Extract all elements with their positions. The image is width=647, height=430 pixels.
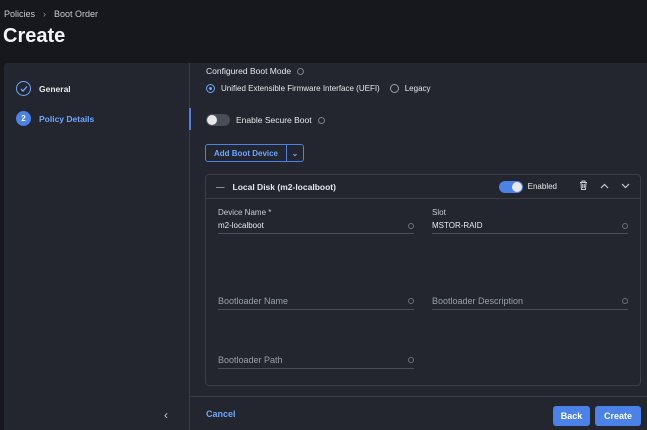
trash-icon[interactable] [579,180,588,193]
back-button[interactable]: Back [553,406,590,426]
boot-device-card: — Local Disk (m2-localboot) Enabled Devi… [205,174,641,386]
device-enabled-toggle[interactable] [498,180,523,193]
bootloader-description-placeholder: Bootloader Description [432,296,524,306]
step-number-badge: 2 [16,111,31,126]
radio-selected-icon [206,84,215,93]
wizard-footer: Cancel Back Create [191,396,647,430]
device-name-label: Device Name * [218,208,272,217]
device-enabled-row: Enabled [498,180,557,193]
create-button[interactable]: Create [595,406,641,426]
boot-device-card-header: — Local Disk (m2-localboot) Enabled [206,175,640,199]
add-boot-device-button[interactable]: Add Boot Device ⌄ [205,144,305,162]
device-name-input[interactable]: m2-localboot [218,221,414,234]
boot-mode-heading: Configured Boot Mode [206,66,305,76]
policy-details-form: Configured Boot Mode Unified Extensible … [191,63,647,430]
step-policy-details[interactable]: 2 Policy Details [16,111,94,126]
bootloader-name-input[interactable]: Bootloader Name [218,296,414,310]
device-name-field: Device Name * m2-localboot [218,208,414,234]
radio-uefi[interactable]: Unified Extensible Firmware Interface (U… [206,84,380,93]
secure-boot-row: Enable Secure Boot [206,114,325,126]
radio-uefi-label: Unified Extensible Firmware Interface (U… [221,84,380,93]
info-icon[interactable] [297,67,305,75]
breadcrumb-boot-order[interactable]: Boot Order [54,9,98,19]
step-policy-details-label: Policy Details [39,113,95,124]
chevron-down-icon[interactable]: ⌄ [287,149,303,158]
slot-field: Slot MSTOR-RAID [432,208,628,234]
breadcrumb: Policies › Boot Order [4,9,98,19]
step-general-label: General [39,83,71,94]
chevron-left-icon[interactable]: ‹ [164,408,168,422]
radio-legacy[interactable]: Legacy [389,84,431,93]
boot-mode-label: Configured Boot Mode [206,66,292,76]
bootloader-name-field[interactable]: Bootloader Name [218,296,414,310]
slot-value: MSTOR-RAID [432,221,483,230]
chevron-up-icon[interactable] [600,181,609,192]
step-general[interactable]: General [16,81,71,96]
chevron-right-icon: › [43,9,47,19]
radio-legacy-label: Legacy [404,84,431,93]
breadcrumb-policies[interactable]: Policies [4,9,35,19]
add-boot-device-label: Add Boot Device [206,145,288,161]
check-circle-icon [16,81,31,96]
slot-label: Slot [432,208,446,217]
boot-mode-radio-group: Unified Extensible Firmware Interface (U… [206,84,431,93]
wizard-panel: General 2 Policy Details ‹ Configured Bo… [4,63,647,430]
secure-boot-label: Enable Secure Boot [236,115,312,125]
drag-handle-icon[interactable]: — [216,182,225,192]
info-icon[interactable] [408,298,414,304]
bootloader-name-placeholder: Bootloader Name [218,296,289,306]
bootloader-path-input[interactable]: Bootloader Path [218,355,414,369]
info-icon[interactable] [408,223,414,229]
info-icon[interactable] [622,223,628,229]
boot-device-title: Local Disk (m2-localboot) [232,181,336,192]
bootloader-path-placeholder: Bootloader Path [218,355,283,365]
secure-boot-toggle[interactable] [206,114,230,126]
info-icon[interactable] [622,298,628,304]
wizard-sidebar: General 2 Policy Details ‹ [4,63,190,430]
slot-input[interactable]: MSTOR-RAID [432,221,628,234]
device-name-value: m2-localboot [218,221,264,230]
bootloader-description-field[interactable]: Bootloader Description [432,296,628,310]
page-title: Create [3,25,66,47]
radio-unselected-icon [389,84,399,93]
bootloader-description-input[interactable]: Bootloader Description [432,296,628,310]
cancel-button[interactable]: Cancel [206,409,236,419]
device-enabled-label: Enabled [527,182,557,191]
info-icon[interactable] [408,357,414,363]
bootloader-path-field[interactable]: Bootloader Path [218,355,414,369]
info-icon[interactable] [317,116,325,124]
chevron-down-icon[interactable] [621,181,630,192]
